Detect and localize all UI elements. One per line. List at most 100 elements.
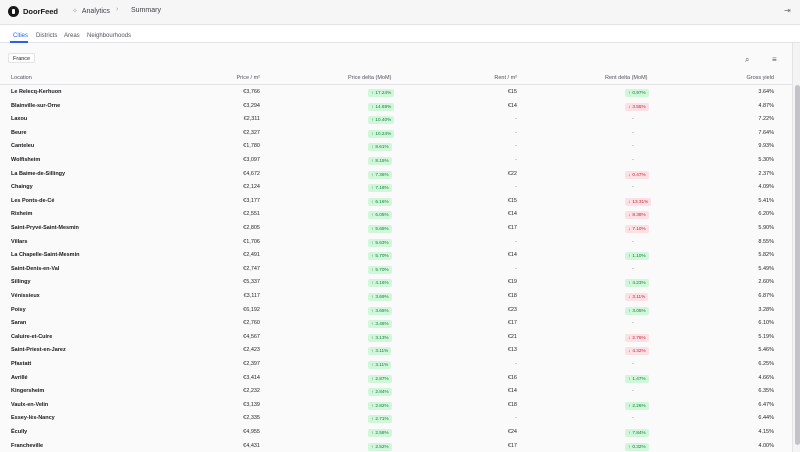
table-row[interactable]: Francheville €4,431 ↑ 2.52% €17 ↑ 0.32% 4.00% xyxy=(0,440,792,452)
arrow-up-icon: ↑ xyxy=(371,402,374,408)
table-row[interactable]: Avrillé €3,414 ↑ 2.87% €16 ↑ 1.47% 4.66% xyxy=(0,372,792,386)
arrow-up-icon: ↑ xyxy=(371,334,374,340)
column-header-rent[interactable]: Rent / m² xyxy=(494,75,517,81)
table-row[interactable]: Saran €2,760 ↑ 3.46% €17 - 6.10% xyxy=(0,317,792,331)
location-cell: Kingersheim xyxy=(11,388,45,395)
table-row[interactable]: Les Ponts-de-Cé €3,177 ↑ 6.16% €15 ↓ 13.31% 5.4… xyxy=(0,195,792,209)
tab-cities[interactable]: Cities xyxy=(13,33,28,39)
price-cell: €5,337 xyxy=(243,279,260,286)
table-row[interactable]: Sillingy €5,337 ↑ 4.16% €19 ↑ 4.23% 2.60% xyxy=(0,276,792,290)
table-row[interactable]: Caluire-et-Cuire €4,567 ↑ 3.13% €21 ↓ 2.76% 5.1… xyxy=(0,331,792,345)
price-delta-badge: ↑ 10.24% xyxy=(368,129,395,138)
table-row[interactable]: Saint-Pryvé-Saint-Mesmin €2,805 ↑ 5.65% €17 ↓… xyxy=(0,222,792,236)
gross-yield-cell: 4.00% xyxy=(758,442,774,449)
rent-delta-badge: ↓ 7.10% xyxy=(625,225,649,233)
table-row[interactable]: Blainville-sur-Orne €3,294 ↑ 14.69% €14 ↓ 3.55… xyxy=(0,100,792,114)
table-row[interactable]: Poisy €6,192 ↑ 3.65% €23 ↑ 3.05% 3.28% xyxy=(0,304,792,318)
location-cell: Caluire-et-Cuire xyxy=(11,333,53,340)
gross-yield-cell: 4.87% xyxy=(758,102,774,109)
table-row[interactable]: Saint-Denis-en-Val €2,747 ↑ 5.70% - - 5.49% xyxy=(0,263,792,277)
column-header-price[interactable]: Price / m² xyxy=(236,75,260,81)
arrow-up-icon: ↑ xyxy=(371,185,374,191)
arrow-up-icon: ↑ xyxy=(371,362,374,367)
search-icon[interactable]: ⌕ xyxy=(745,55,749,65)
doorfeed-logo-icon[interactable] xyxy=(8,6,19,17)
arrow-down-icon: ↓ xyxy=(628,294,631,299)
column-header-rent-delta[interactable]: Rent delta (MoM) xyxy=(605,75,648,81)
table-row[interactable]: Rixheim €2,551 ↑ 6.05% €14 ↓ 8.38% 6.20% xyxy=(0,208,792,222)
table-row[interactable]: Pfastatt €2,397 ↑ 3.11% - - 6.25% xyxy=(0,358,792,372)
rent-delta-badge: ↓ 13.31% xyxy=(625,197,652,206)
column-header-location[interactable]: Location xyxy=(11,75,32,81)
table-row[interactable]: Villars €1,706 ↑ 5.63% - - 8.55% xyxy=(0,236,792,250)
table-row[interactable]: Beure €2,327 ↑ 10.24% - - 7.64% xyxy=(0,127,792,141)
rent-delta-cell: - xyxy=(632,320,634,327)
rent-cell: €21 xyxy=(507,333,517,340)
table-row[interactable]: Canteleu €1,780 ↑ 8.61% - - 9.93% xyxy=(0,140,792,154)
rent-delta-badge: ↓ 4.32% xyxy=(625,347,649,356)
column-header-gross-yield[interactable]: Gross yield xyxy=(746,75,774,81)
nav-analytics[interactable]: ✧ Analytics xyxy=(72,7,110,15)
country-filter-chip[interactable]: France xyxy=(8,53,36,63)
scrollbar[interactable] xyxy=(792,43,800,452)
table-row[interactable]: Chaingy €2,124 ↑ 7.18% - - 4.09% xyxy=(0,181,792,195)
logout-icon[interactable]: ⇥ xyxy=(784,6,791,15)
tab-areas[interactable]: Areas xyxy=(64,33,80,39)
gross-yield-cell: 4.15% xyxy=(758,429,774,435)
location-cell: Saint-Pryvé-Saint-Mesmin xyxy=(11,225,79,231)
arrow-up-icon: ↑ xyxy=(371,430,374,435)
rent-delta-cell: - xyxy=(632,415,634,422)
location-cell: Saint-Denis-en-Val xyxy=(11,265,60,272)
main-content: France ⌕ ≡ Location Price / m² Price del… xyxy=(0,43,792,452)
rent-cell: €17 xyxy=(507,320,517,327)
location-cell: Pfastatt xyxy=(11,361,32,367)
price-delta-badge: ↑ 2.52% xyxy=(368,442,392,451)
tab-districts[interactable]: Districts xyxy=(36,33,57,39)
table-row[interactable]: Vaulx-en-Velin €3,139 ↑ 2.82% €18 ↑ 2.26% 6.47% xyxy=(0,399,792,413)
rent-cell: €14 xyxy=(507,102,517,109)
arrow-up-icon: ↑ xyxy=(371,103,374,109)
tab-neighbourhoods[interactable]: Neighbourhoods xyxy=(87,33,131,39)
brand-name[interactable]: DoorFeed xyxy=(23,7,58,16)
arrow-down-icon: ↓ xyxy=(628,348,631,354)
price-delta-badge: ↑ 2.58% xyxy=(368,429,392,437)
table-row[interactable]: Wolfisheim €3,097 ↑ 8.15% - - 5.30% xyxy=(0,154,792,168)
table-row[interactable]: Laxou €2,311 ↑ 10.40% - - 7.22% xyxy=(0,113,792,127)
filter-icon[interactable]: ≡ xyxy=(772,55,777,64)
rent-cell: €17 xyxy=(507,225,517,231)
rent-delta-badge: ↑ 3.05% xyxy=(625,306,649,315)
price-cell: €2,335 xyxy=(243,415,260,422)
table-row[interactable]: Le Relecq-Kerhuon €3,766 ↑ 17.24% €15 ↑ 0.97% 3… xyxy=(0,86,792,100)
table-row[interactable]: Écully €4,955 ↑ 2.58% €24 ↑ 7.84% 4.15% xyxy=(0,426,792,440)
rent-cell: - xyxy=(515,415,517,422)
table-row[interactable]: La Baime-de-Sillingy €4,672 ↑ 7.36% €22 ↓ 0.47… xyxy=(0,168,792,182)
table-row[interactable]: Kingersheim €2,232 ↑ 2.84% €14 - 6.35% xyxy=(0,385,792,399)
price-delta-value: 8.15% xyxy=(375,158,389,163)
gross-yield-cell: 6.87% xyxy=(758,293,774,299)
rent-delta-badge: ↑ 2.26% xyxy=(625,401,649,410)
price-delta-badge: ↑ 8.61% xyxy=(368,143,392,152)
arrow-up-icon: ↑ xyxy=(371,280,374,286)
rent-cell: - xyxy=(515,238,517,245)
location-cell: Laxou xyxy=(11,116,28,123)
rent-delta-badge: ↓ 8.38% xyxy=(625,211,649,220)
rent-cell: - xyxy=(515,116,517,123)
price-delta-badge: ↑ 3.65% xyxy=(368,306,392,315)
gross-yield-cell: 5.49% xyxy=(758,265,774,272)
column-header-price-delta[interactable]: Price delta (MoM) xyxy=(348,75,391,81)
arrow-up-icon: ↑ xyxy=(628,375,631,381)
price-delta-value: 2.87% xyxy=(375,375,389,381)
price-delta-badge: ↑ 2.71% xyxy=(368,415,392,424)
rent-delta-value: 3.55% xyxy=(632,103,646,109)
price-cell: €1,706 xyxy=(243,238,260,245)
breadcrumb-summary[interactable]: Summary xyxy=(131,7,161,14)
scrollbar-thumb[interactable] xyxy=(794,85,800,445)
table-row[interactable]: Vénissieux €3,117 ↑ 3.69% €18 ↓ 3.11% 6.87% xyxy=(0,290,792,304)
table-row[interactable]: La Chapelle-Saint-Mesmin €2,491 ↑ 5.70% €14 ↑… xyxy=(0,249,792,263)
price-delta-value: 8.61% xyxy=(375,144,389,150)
price-delta-value: 10.40% xyxy=(375,117,392,123)
arrow-down-icon: ↓ xyxy=(628,103,631,109)
table-row[interactable]: Essey-lès-Nancy €2,335 ↑ 2.71% - - 6.44% xyxy=(0,412,792,426)
table-row[interactable]: Saint-Priest-en-Jarez €2,423 ↑ 3.11% €13 ↓ 4.3… xyxy=(0,344,792,358)
price-cell: €4,431 xyxy=(243,442,260,449)
